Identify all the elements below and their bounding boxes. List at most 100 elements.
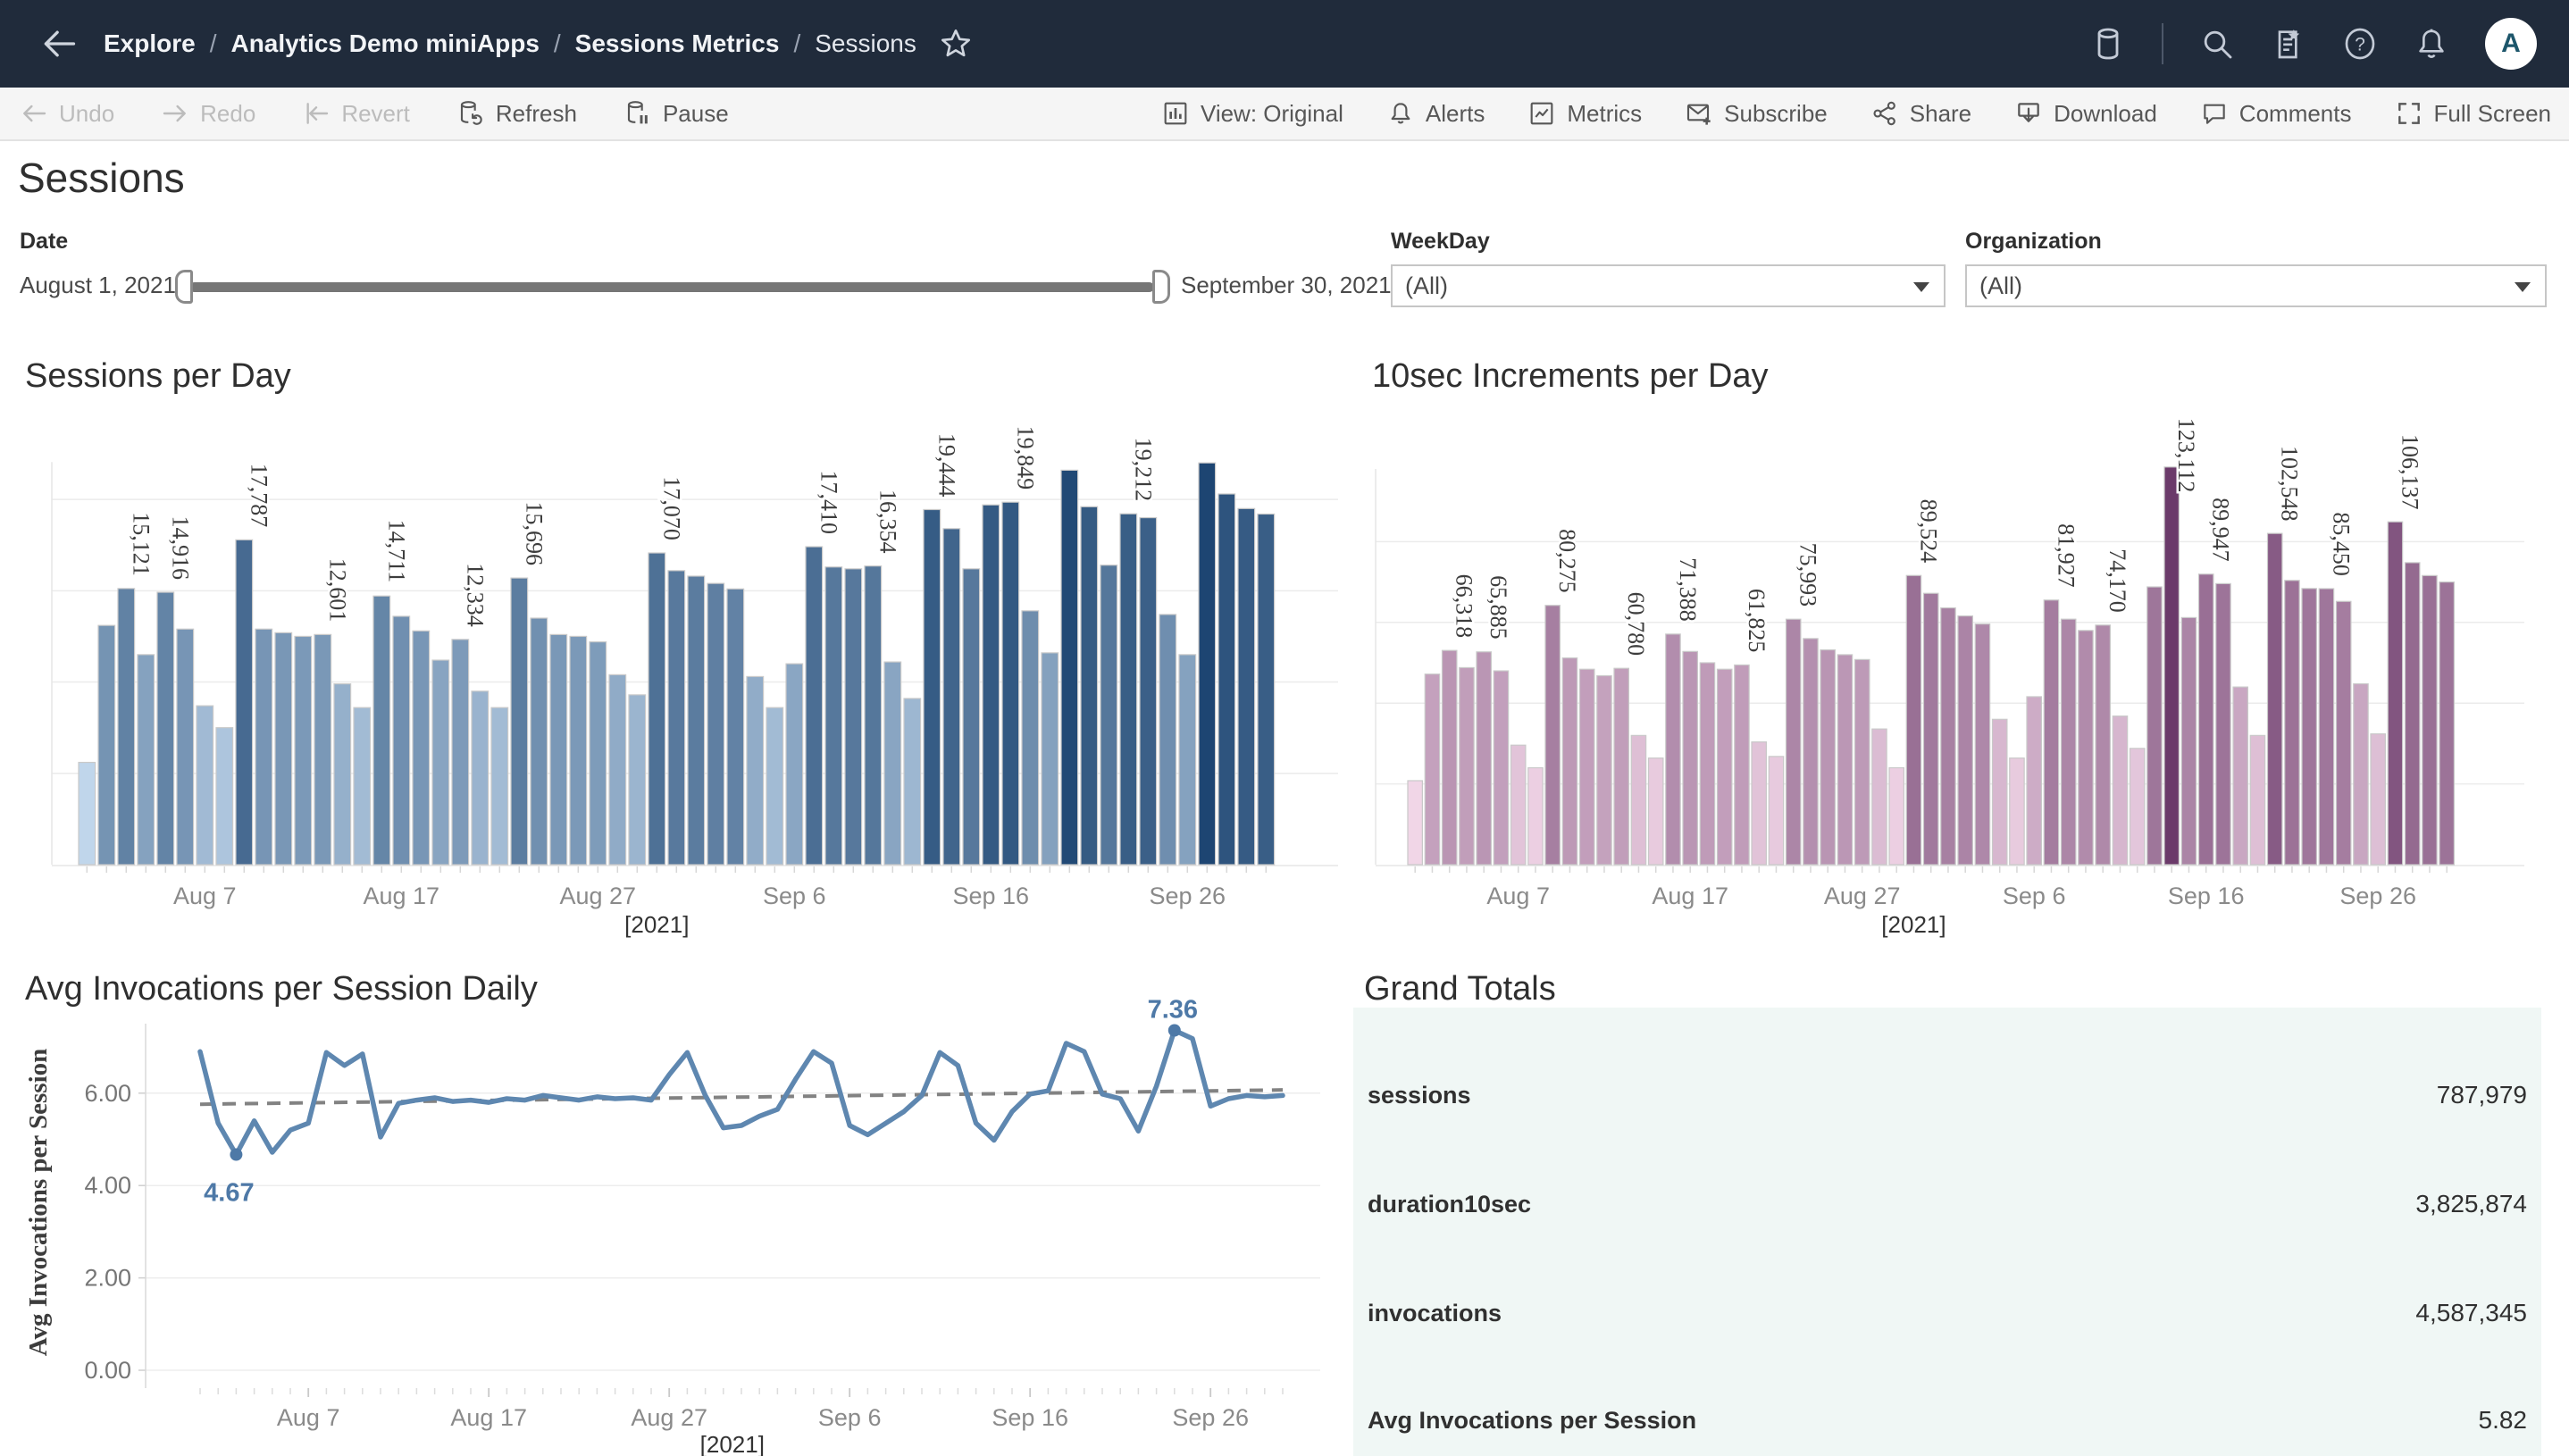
bar[interactable] — [1179, 655, 1196, 865]
bar[interactable] — [1752, 742, 1766, 865]
bar[interactable] — [1597, 675, 1611, 865]
bar[interactable] — [1958, 616, 1972, 865]
bar[interactable] — [2199, 574, 2213, 865]
bar[interactable] — [1258, 514, 1275, 865]
bar[interactable] — [1081, 506, 1098, 865]
bar[interactable] — [806, 547, 823, 865]
bar[interactable] — [2406, 563, 2420, 865]
bar[interactable] — [452, 640, 469, 865]
bar[interactable] — [1528, 768, 1543, 865]
bar[interactable] — [432, 660, 449, 865]
bar[interactable] — [1718, 669, 1732, 865]
bar[interactable] — [2010, 758, 2024, 865]
bar[interactable] — [1614, 668, 1628, 865]
totals-row[interactable]: sessions787,979 — [1368, 1077, 2527, 1113]
totals-row[interactable]: duration10sec3,825,874 — [1368, 1186, 2527, 1222]
bar[interactable] — [1975, 624, 1989, 865]
bar[interactable] — [2216, 583, 2230, 865]
bar[interactable] — [1924, 593, 1938, 865]
bar[interactable] — [1872, 729, 1887, 865]
bar[interactable] — [727, 589, 744, 865]
breadcrumb-item[interactable]: Sessions Metrics — [575, 29, 780, 58]
redo-button[interactable]: Redo — [161, 99, 255, 128]
bar[interactable] — [472, 691, 489, 865]
bar[interactable] — [884, 662, 901, 865]
download-button[interactable]: Download — [2014, 99, 2157, 128]
bar[interactable] — [98, 625, 115, 865]
bar[interactable] — [2027, 697, 2041, 865]
notifications-bell-icon[interactable] — [2414, 26, 2449, 62]
bar[interactable] — [1002, 502, 1019, 865]
bar[interactable] — [531, 618, 548, 865]
bar[interactable] — [2388, 522, 2402, 865]
user-avatar[interactable]: A — [2485, 18, 2537, 70]
bar[interactable] — [1100, 565, 1117, 865]
bar[interactable] — [2130, 749, 2145, 865]
help-icon[interactable]: ? — [2342, 26, 2378, 62]
bar[interactable] — [177, 629, 194, 865]
bar[interactable] — [2371, 734, 2385, 865]
share-button[interactable]: Share — [1870, 99, 1971, 128]
bar[interactable] — [1700, 663, 1714, 865]
bar[interactable] — [1787, 619, 1801, 865]
bar[interactable] — [1631, 735, 1645, 865]
bar[interactable] — [1159, 615, 1176, 865]
bar[interactable] — [1820, 650, 1835, 865]
bar[interactable] — [2354, 684, 2368, 865]
bar[interactable] — [1511, 745, 1526, 865]
bar[interactable] — [491, 707, 508, 865]
bar[interactable] — [1855, 659, 1870, 865]
date-slider-left-handle[interactable] — [175, 270, 193, 304]
bar[interactable] — [1120, 514, 1137, 865]
bar[interactable] — [786, 664, 803, 865]
bar[interactable] — [2250, 735, 2264, 865]
bar[interactable] — [2044, 600, 2058, 865]
data-source-icon[interactable] — [2090, 26, 2126, 62]
revert-button[interactable]: Revert — [302, 99, 410, 128]
bar[interactable] — [1683, 651, 1697, 865]
bar[interactable] — [983, 505, 1000, 865]
bar[interactable] — [688, 576, 705, 865]
totals-row[interactable]: invocations4,587,345 — [1368, 1295, 2527, 1331]
bar[interactable] — [1735, 665, 1749, 865]
bar[interactable] — [668, 571, 685, 865]
bar[interactable] — [138, 655, 155, 865]
bar[interactable] — [1238, 508, 1255, 865]
bar[interactable] — [1061, 470, 1078, 865]
bar[interactable] — [413, 631, 430, 865]
bar[interactable] — [2113, 716, 2127, 865]
bar[interactable] — [354, 707, 371, 865]
bar[interactable] — [609, 674, 626, 865]
bar[interactable] — [747, 676, 764, 865]
search-icon[interactable] — [2199, 26, 2235, 62]
bar[interactable] — [197, 706, 213, 865]
bar[interactable] — [236, 540, 253, 865]
bar[interactable] — [1562, 658, 1577, 865]
bar[interactable] — [2439, 582, 2454, 865]
bar[interactable] — [2147, 587, 2162, 865]
bar[interactable] — [393, 616, 410, 865]
increments-per-day-chart[interactable]: 66,31865,88580,27560,78071,38861,82575,9… — [1363, 413, 2560, 940]
bar[interactable] — [2285, 581, 2299, 865]
bar[interactable] — [766, 707, 783, 865]
bar[interactable] — [1494, 671, 1508, 865]
bar[interactable] — [1042, 653, 1059, 865]
bar[interactable] — [2302, 589, 2316, 865]
bar[interactable] — [924, 509, 941, 865]
bar[interactable] — [511, 578, 528, 865]
bar[interactable] — [255, 629, 272, 865]
bar[interactable] — [649, 553, 665, 865]
favorite-star-icon[interactable] — [938, 26, 974, 62]
bar[interactable] — [1443, 650, 1457, 865]
pause-button[interactable]: Pause — [623, 99, 729, 128]
undo-button[interactable]: Undo — [20, 99, 114, 128]
back-arrow-icon[interactable] — [39, 24, 79, 63]
date-slider-right-handle[interactable] — [1152, 270, 1170, 304]
bar[interactable] — [707, 583, 724, 865]
bar[interactable] — [275, 632, 292, 865]
bar[interactable] — [1889, 768, 1904, 865]
bar[interactable] — [943, 529, 960, 865]
whats-new-icon[interactable] — [2271, 26, 2306, 62]
fullscreen-button[interactable]: Full Screen — [2395, 99, 2552, 128]
bar[interactable] — [2096, 625, 2110, 865]
